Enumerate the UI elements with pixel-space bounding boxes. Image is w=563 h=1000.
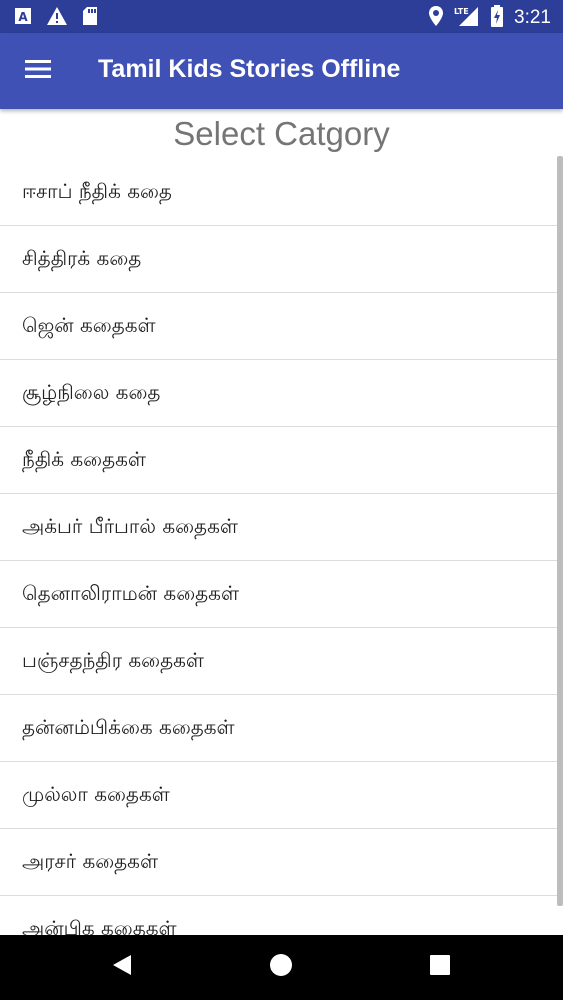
app-title: Tamil Kids Stories Offline <box>98 55 401 83</box>
category-item[interactable]: தெனாலிராமன் கதைகள் <box>0 561 563 628</box>
category-item[interactable]: முல்லா கதைகள் <box>0 762 563 829</box>
category-item[interactable]: சூழ்நிலை கதை <box>0 360 563 427</box>
category-content: Select Catgory ஈசாப் நீதிக் கதை சித்திரக… <box>0 109 563 935</box>
category-item[interactable]: நீதிக் கதைகள் <box>0 427 563 494</box>
category-item[interactable]: தன்னம்பிக்கை கதைகள் <box>0 695 563 762</box>
svg-text:LTE: LTE <box>454 7 469 16</box>
app-bar: Tamil Kids Stories Offline <box>0 33 563 109</box>
hamburger-menu-icon <box>25 59 51 83</box>
category-item[interactable]: சித்திரக் கதை <box>0 226 563 293</box>
back-button[interactable] <box>102 947 142 987</box>
category-item[interactable]: ஈசாப் நீதிக் கதை <box>0 159 563 226</box>
category-item[interactable]: அக்பர் பீர்பால் கதைகள் <box>0 494 563 561</box>
status-right-icons: LTE 3:21 <box>428 5 551 31</box>
category-item[interactable]: பஞ்சதந்திர கதைகள் <box>0 628 563 695</box>
back-triangle-icon <box>111 953 133 981</box>
warning-icon <box>46 6 68 30</box>
home-button[interactable] <box>261 947 301 987</box>
status-bar: A LTE 3:21 <box>0 0 563 33</box>
status-left-icons: A <box>14 6 98 30</box>
signal-icon: LTE <box>454 5 480 31</box>
page-heading: Select Catgory <box>173 115 390 152</box>
home-circle-icon <box>269 953 293 981</box>
recents-button[interactable] <box>420 947 460 987</box>
font-a-icon: A <box>14 7 32 29</box>
sd-card-icon <box>82 6 98 30</box>
category-item[interactable]: ஜென் கதைகள் <box>0 293 563 360</box>
list-scrollbar[interactable] <box>557 156 563 906</box>
category-item[interactable]: அன்பிக கதைகள் <box>0 896 563 936</box>
recents-square-icon <box>429 954 451 980</box>
location-icon <box>428 5 444 31</box>
category-item[interactable]: அரசர் கதைகள் <box>0 829 563 896</box>
status-time: 3:21 <box>514 7 551 28</box>
battery-charging-icon <box>490 5 504 31</box>
menu-button[interactable] <box>14 49 62 93</box>
system-nav-bar <box>0 935 563 1000</box>
category-list: ஈசாப் நீதிக் கதை சித்திரக் கதை ஜென் கதைக… <box>0 159 563 935</box>
svg-text:A: A <box>18 10 28 24</box>
